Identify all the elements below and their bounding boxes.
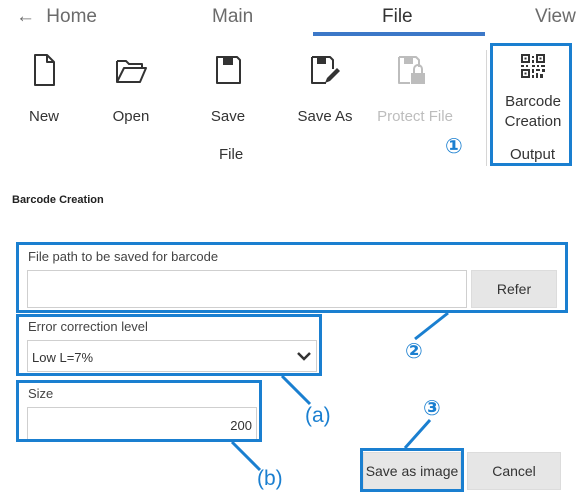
leader-line-b [230, 440, 262, 472]
callout-leader-lines [230, 311, 449, 472]
leader-line-a [280, 374, 312, 406]
leader-line-3 [403, 419, 432, 449]
leader-line-2 [414, 311, 449, 341]
